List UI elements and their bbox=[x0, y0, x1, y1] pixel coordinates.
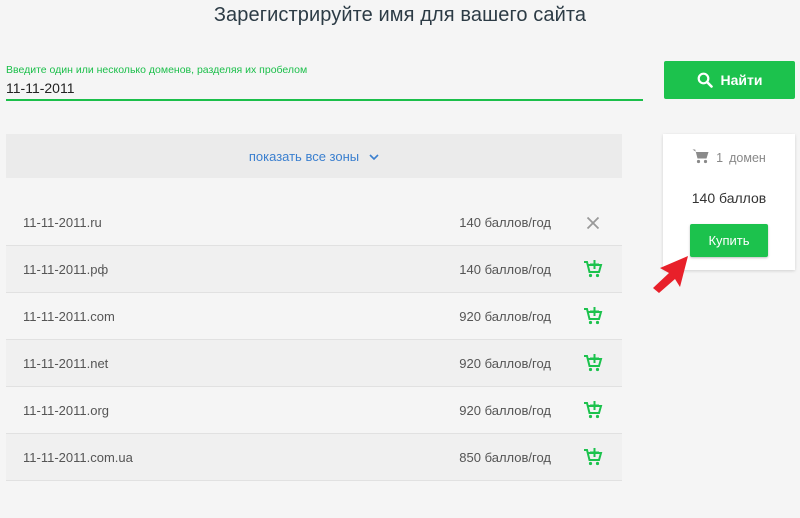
domain-name: 11-11-2011.org bbox=[23, 402, 110, 418]
domain-name: 11-11-2011.com.ua bbox=[23, 449, 133, 465]
buy-button[interactable]: Купить bbox=[690, 224, 768, 257]
chevron-down-icon bbox=[369, 149, 379, 164]
add-to-cart-icon[interactable] bbox=[583, 259, 603, 279]
domain-row: 11-11-2011.net 920 баллов/год bbox=[6, 340, 622, 387]
cart-count-label: домен bbox=[729, 150, 766, 165]
show-all-zones-toggle[interactable]: показать все зоны bbox=[6, 134, 622, 178]
search-label: Введите один или несколько доменов, разд… bbox=[6, 64, 308, 76]
cart-total: 140 баллов bbox=[691, 190, 767, 206]
domain-price: 850 баллов/год bbox=[459, 449, 551, 465]
find-button-label: Найти bbox=[720, 72, 763, 88]
domain-row: 11-11-2011.ru 140 баллов/год bbox=[6, 200, 622, 246]
cart-summary: 1 домен bbox=[663, 148, 795, 167]
domain-name: 11-11-2011.рф bbox=[23, 261, 109, 277]
domain-search-field[interactable]: Введите один или несколько доменов, разд… bbox=[6, 62, 643, 101]
pointer-arrow-icon bbox=[653, 256, 688, 293]
domain-name: 11-11-2011.com bbox=[23, 308, 115, 324]
search-input[interactable] bbox=[6, 78, 626, 98]
domain-price: 920 баллов/год bbox=[459, 355, 551, 371]
domain-price: 140 баллов/год bbox=[459, 215, 551, 230]
domain-price: 140 баллов/год bbox=[459, 261, 551, 277]
domain-row: 11-11-2011.org 920 баллов/год bbox=[6, 387, 622, 434]
close-icon[interactable] bbox=[583, 213, 603, 233]
find-button[interactable]: Найти bbox=[664, 61, 795, 99]
domain-name: 11-11-2011.ru bbox=[23, 215, 102, 230]
domain-results-list: 11-11-2011.ru 140 баллов/год 11-11-2011.… bbox=[6, 200, 622, 481]
cart-icon bbox=[692, 148, 710, 167]
add-to-cart-icon[interactable] bbox=[583, 400, 603, 420]
domain-row: 11-11-2011.рф 140 баллов/год bbox=[6, 246, 622, 293]
add-to-cart-icon[interactable] bbox=[583, 353, 603, 373]
domain-price: 920 баллов/год bbox=[459, 402, 551, 418]
domain-price: 920 баллов/год bbox=[459, 308, 551, 324]
domain-row: 11-11-2011.com 920 баллов/год bbox=[6, 293, 622, 340]
page-title: Зарегистрируйте имя для вашего сайта bbox=[213, 4, 587, 26]
add-to-cart-icon[interactable] bbox=[583, 306, 603, 326]
search-icon bbox=[697, 72, 713, 88]
cart-count: 1 bbox=[716, 150, 724, 165]
show-all-zones-label: показать все зоны bbox=[248, 148, 360, 164]
add-to-cart-icon[interactable] bbox=[583, 447, 603, 467]
cart-panel: 1 домен 140 баллов Купить bbox=[663, 134, 795, 270]
domain-row: 11-11-2011.com.ua 850 баллов/год bbox=[6, 434, 622, 481]
domain-name: 11-11-2011.net bbox=[23, 355, 109, 371]
